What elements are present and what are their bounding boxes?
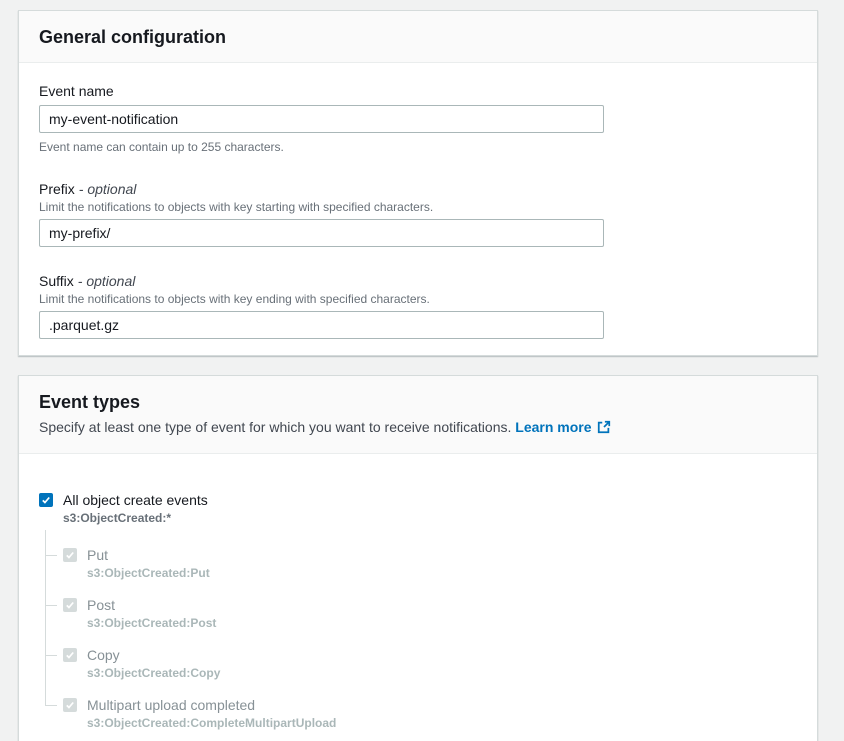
- general-configuration-body: Event name Event name can contain up to …: [19, 63, 817, 355]
- tree-branch-connector: [45, 705, 57, 706]
- all-object-create-events-checkbox[interactable]: [39, 493, 53, 507]
- prefix-optional-label: - optional: [79, 181, 137, 197]
- event-types-tree: All object create events s3:ObjectCreate…: [39, 490, 797, 731]
- event-name-input[interactable]: [39, 105, 604, 133]
- copy-event-label: Copy: [87, 645, 220, 665]
- event-name-field-group: Event name Event name can contain up to …: [39, 81, 797, 155]
- event-types-title: Event types: [39, 391, 797, 413]
- all-object-create-events-label: All object create events: [63, 490, 208, 510]
- general-configuration-title: General configuration: [39, 26, 797, 48]
- post-event-text: Post s3:ObjectCreated:Post: [87, 595, 216, 631]
- copy-event-text: Copy s3:ObjectCreated:Copy: [87, 645, 220, 681]
- tree-branch-connector: [45, 655, 57, 656]
- learn-more-link[interactable]: Learn more: [515, 419, 610, 435]
- event-types-description-text: Specify at least one type of event for w…: [39, 419, 511, 435]
- put-event-label: Put: [87, 545, 210, 565]
- copy-event-code: s3:ObjectCreated:Copy: [87, 665, 220, 681]
- tree-branch-connector: [45, 555, 57, 556]
- suffix-label-text: Suffix: [39, 273, 74, 289]
- page: General configuration Event name Event n…: [0, 0, 844, 741]
- all-object-create-events-code: s3:ObjectCreated:*: [63, 510, 797, 526]
- multipart-upload-event-label: Multipart upload completed: [87, 695, 336, 715]
- suffix-label: Suffix- optional: [39, 271, 797, 291]
- copy-event-row: Copy s3:ObjectCreated:Copy: [63, 645, 797, 681]
- general-configuration-panel: General configuration Event name Event n…: [18, 10, 818, 356]
- prefix-input[interactable]: [39, 219, 604, 247]
- prefix-field-group: Prefix- optional Limit the notifications…: [39, 179, 797, 247]
- post-event-label: Post: [87, 595, 216, 615]
- prefix-label-text: Prefix: [39, 181, 75, 197]
- put-event-code: s3:ObjectCreated:Put: [87, 565, 210, 581]
- prefix-label: Prefix- optional: [39, 179, 797, 199]
- put-event-row: Put s3:ObjectCreated:Put: [63, 545, 797, 581]
- event-type-children: Put s3:ObjectCreated:Put Post s3:ObjectC…: [63, 545, 797, 731]
- multipart-upload-event-checkbox: [63, 698, 77, 712]
- general-configuration-header: General configuration: [19, 11, 817, 63]
- put-event-checkbox: [63, 548, 77, 562]
- tree-vertical-connector: [45, 530, 46, 705]
- multipart-upload-event-code: s3:ObjectCreated:CompleteMultipartUpload: [87, 715, 336, 731]
- event-name-label: Event name: [39, 81, 797, 101]
- event-types-body: All object create events s3:ObjectCreate…: [19, 454, 817, 741]
- event-name-helper: Event name can contain up to 255 charact…: [39, 139, 797, 155]
- post-event-checkbox: [63, 598, 77, 612]
- tree-branch-connector: [45, 605, 57, 606]
- suffix-field-group: Suffix- optional Limit the notifications…: [39, 271, 797, 339]
- put-event-text: Put s3:ObjectCreated:Put: [87, 545, 210, 581]
- event-types-description: Specify at least one type of event for w…: [39, 417, 797, 439]
- suffix-input[interactable]: [39, 311, 604, 339]
- external-link-icon: [597, 419, 611, 439]
- post-event-row: Post s3:ObjectCreated:Post: [63, 595, 797, 631]
- suffix-optional-label: - optional: [78, 273, 136, 289]
- prefix-description: Limit the notifications to objects with …: [39, 199, 797, 215]
- learn-more-label: Learn more: [515, 419, 591, 435]
- suffix-description: Limit the notifications to objects with …: [39, 291, 797, 307]
- event-types-header: Event types Specify at least one type of…: [19, 376, 817, 454]
- post-event-code: s3:ObjectCreated:Post: [87, 615, 216, 631]
- multipart-upload-event-row: Multipart upload completed s3:ObjectCrea…: [63, 695, 797, 731]
- copy-event-checkbox: [63, 648, 77, 662]
- event-types-panel: Event types Specify at least one type of…: [18, 375, 818, 741]
- multipart-upload-event-text: Multipart upload completed s3:ObjectCrea…: [87, 695, 336, 731]
- all-object-create-events-row: All object create events: [39, 490, 797, 510]
